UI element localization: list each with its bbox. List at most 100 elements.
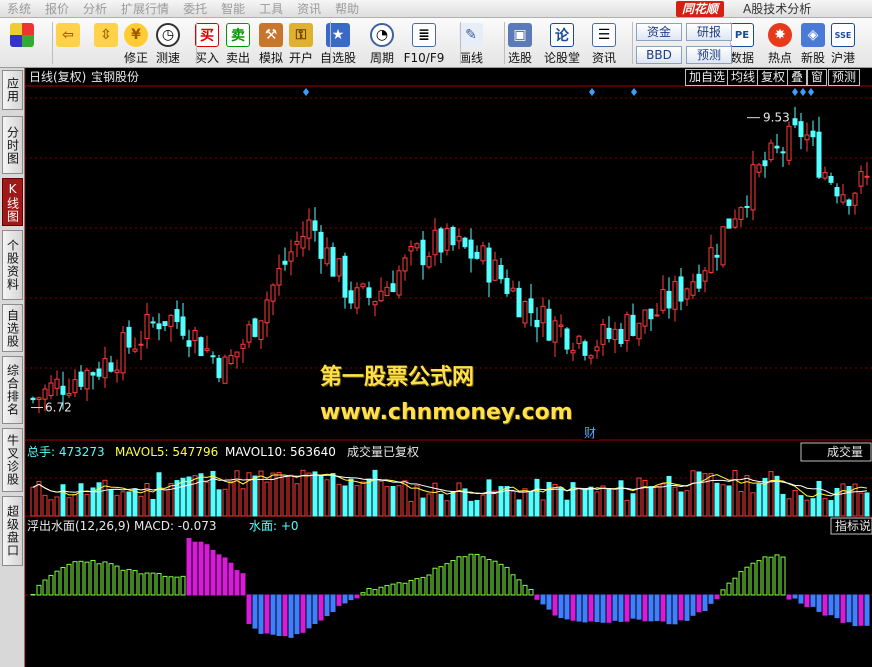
menu-item[interactable]: 分析 [76, 0, 114, 18]
side-tab[interactable]: 综合排名 [2, 356, 23, 424]
volume-bar [258, 470, 264, 517]
box-button[interactable]: 资金 [636, 23, 682, 41]
toolbar-button-clock[interactable]: ◷ 测速 [153, 21, 183, 66]
side-tab[interactable]: 自选股 [2, 304, 23, 352]
candle-body [54, 378, 60, 389]
candle-body [774, 145, 780, 149]
forecast-button[interactable]: 预测 [828, 69, 861, 86]
candle-body [792, 118, 798, 126]
volume-bar [612, 488, 618, 517]
side-tab[interactable]: 分时图 [2, 116, 23, 174]
volume-bar [300, 469, 306, 517]
menu-item[interactable]: 委托 [176, 0, 214, 18]
macd-bar [624, 594, 630, 622]
macd-bar [510, 574, 516, 596]
macd-bar [72, 561, 78, 596]
volume-bar [348, 478, 354, 517]
toolbar-button-hk[interactable]: SSE 沪港 [828, 21, 858, 66]
high-label: 9.53 [763, 111, 790, 125]
add-favorite-button[interactable]: 加自选 [685, 69, 730, 86]
toolbar-button-back-arrow[interactable]: ⇦ [53, 21, 83, 66]
candle-body [522, 301, 528, 324]
volume-bar [228, 480, 234, 517]
toolbar-button-document[interactable]: ≣ F10/F9 [404, 21, 444, 66]
candle-body [468, 239, 474, 259]
volume-bar [804, 499, 810, 517]
box-button[interactable]: BBD [636, 46, 682, 64]
candle-body [600, 323, 606, 345]
candle-body [84, 369, 90, 390]
menu-item[interactable]: 资讯 [290, 0, 328, 18]
side-tab[interactable]: 超级盘口 [2, 496, 23, 566]
toolbar-button-hot[interactable]: ✸ 热点 [765, 21, 795, 66]
volume-bar [342, 485, 348, 517]
toolbar-button-clock-cycle[interactable]: ◔ 周期 [367, 21, 397, 66]
box-button[interactable]: 预测 [686, 46, 732, 64]
candle-body [126, 326, 132, 348]
menu-item[interactable]: 工具 [252, 0, 290, 18]
toolbar-button-new-stock[interactable]: ◈ 新股 [798, 21, 828, 66]
finance-marker-label: 财 [584, 426, 596, 440]
macd-bar [126, 568, 132, 596]
volume-bar [402, 480, 408, 517]
lun-icon: 论 [550, 23, 574, 47]
candle-body [822, 172, 828, 179]
macd-bar [174, 576, 180, 596]
macd-bar [30, 593, 36, 596]
volume-bar [582, 488, 588, 517]
candle-body [510, 287, 516, 292]
overlay-button[interactable]: 叠 [787, 69, 808, 86]
candle-body [750, 164, 756, 211]
volume-bar [312, 471, 318, 517]
menu-item[interactable]: 报价 [38, 0, 76, 18]
toolbar-button-monitor[interactable]: ▣ 选股 [505, 21, 535, 66]
ma-button[interactable]: 均线 [727, 69, 760, 86]
volume-bar [696, 471, 702, 517]
candle-body [228, 354, 234, 364]
volume-bar [444, 500, 450, 517]
macd-bar [330, 594, 336, 612]
candle-body [534, 319, 540, 328]
menu-item[interactable]: 帮助 [328, 0, 366, 18]
toolbar-button-grid[interactable] [7, 21, 37, 66]
toolbar-button-lock[interactable]: ⚿ 开户 [286, 21, 316, 66]
volume-bar [486, 479, 492, 517]
adjust-button[interactable]: 复权 [757, 69, 790, 86]
candle-body [612, 328, 618, 341]
volume-bar [294, 483, 300, 517]
toolbar-separator [632, 22, 633, 64]
volume-bar [186, 476, 192, 517]
candle-body [288, 251, 294, 262]
macd-bar [234, 570, 240, 596]
macd-bar [534, 594, 540, 600]
volume-bar [468, 500, 474, 517]
menu-item[interactable]: 系统 [0, 0, 38, 18]
volume-bar [192, 475, 198, 517]
toolbar-button-star[interactable]: ★ 自选股 [320, 21, 356, 66]
box-button[interactable]: 研报 [686, 23, 732, 41]
side-tab[interactable]: 应用 [2, 70, 23, 110]
candle-body [120, 332, 126, 374]
toolbar-button-coin[interactable]: ¥ 修正 [121, 21, 151, 66]
menu-item[interactable]: 智能 [214, 0, 252, 18]
volume-bar [528, 491, 534, 517]
volume-bar [636, 477, 642, 517]
toolbar-button-up-down-arrow[interactable]: ⇳ [91, 21, 121, 66]
toolbar-button-label: 论股堂 [544, 51, 581, 65]
volume-bar [450, 491, 456, 517]
toolbar-button-sell[interactable]: 卖卖出 [223, 21, 253, 66]
toolbar-button-news[interactable]: ☰ 资讯 [589, 21, 619, 66]
macd-bar [822, 594, 828, 616]
volume-bar [774, 475, 780, 517]
side-tab[interactable]: 牛叉诊股 [2, 428, 23, 492]
volume-bar [108, 489, 114, 517]
toolbar-button-hammer[interactable]: ⚒ 模拟 [256, 21, 286, 66]
candle-body [114, 369, 120, 374]
macd-bar [522, 584, 528, 596]
volume-bar [822, 497, 828, 517]
toolbar-button-lun[interactable]: 论论股堂 [544, 21, 581, 66]
menu-item[interactable]: 扩展行情 [114, 0, 176, 18]
side-tab[interactable]: 个股资料 [2, 230, 23, 300]
window-button[interactable]: 窗 [807, 69, 828, 86]
side-tab[interactable]: K线图 [2, 178, 23, 226]
